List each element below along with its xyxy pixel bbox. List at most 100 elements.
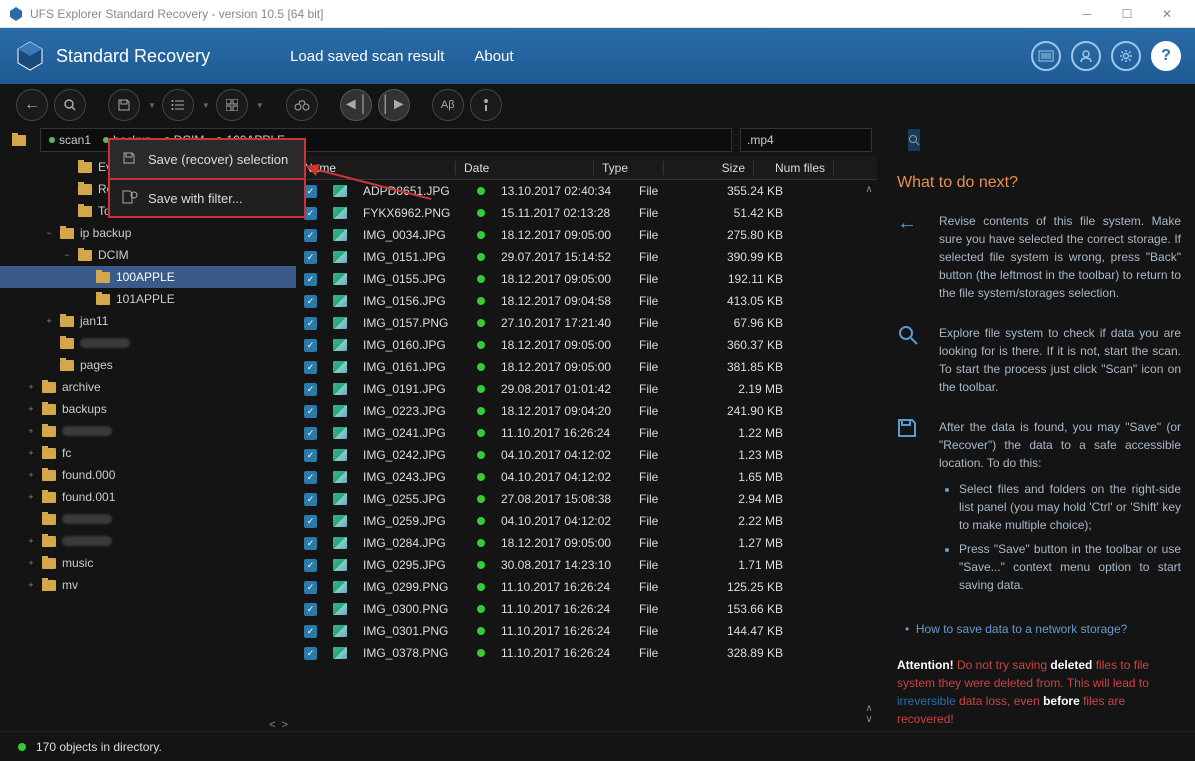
table-row[interactable]: ✓IMG_0034.JPG18.12.2017 09:05:00File275.…: [296, 224, 877, 246]
close-button[interactable]: ✕: [1147, 2, 1187, 26]
maximize-button[interactable]: ☐: [1107, 2, 1147, 26]
table-row[interactable]: ✓IMG_0223.JPG18.12.2017 09:04:20File241.…: [296, 400, 877, 422]
tree-item[interactable]: +jan11: [0, 310, 296, 332]
row-checkbox[interactable]: ✓: [304, 427, 317, 440]
tree-item[interactable]: +archive: [0, 376, 296, 398]
list-dropdown-arrow[interactable]: ▼: [202, 101, 210, 110]
table-row[interactable]: ✓IMG_0160.JPG18.12.2017 09:05:00File360.…: [296, 334, 877, 356]
row-checkbox[interactable]: ✓: [304, 603, 317, 616]
tree-nav-left[interactable]: <: [269, 719, 275, 731]
table-row[interactable]: ✓IMG_0299.PNG11.10.2017 16:26:24File125.…: [296, 576, 877, 598]
row-checkbox[interactable]: ✓: [304, 515, 317, 528]
header-settings-button[interactable]: [1111, 41, 1141, 71]
scroll-up2-icon[interactable]: ∧: [865, 703, 872, 714]
tree-item[interactable]: +found.001: [0, 486, 296, 508]
table-row[interactable]: ✓IMG_0295.JPG30.08.2017 14:23:10File1.71…: [296, 554, 877, 576]
expander-icon[interactable]: +: [44, 316, 54, 326]
row-checkbox[interactable]: ✓: [304, 383, 317, 396]
col-size[interactable]: Size: [664, 161, 754, 175]
tree-item[interactable]: −DCIM: [0, 244, 296, 266]
tree-item[interactable]: 101APPLE: [0, 288, 296, 310]
expander-icon[interactable]: +: [26, 492, 36, 502]
expander-icon[interactable]: +: [26, 426, 36, 436]
row-checkbox[interactable]: ✓: [304, 647, 317, 660]
tree-item[interactable]: [0, 332, 296, 354]
expander-icon[interactable]: +: [26, 536, 36, 546]
menu-about[interactable]: About: [474, 48, 513, 65]
row-checkbox[interactable]: ✓: [304, 317, 317, 330]
table-row[interactable]: ✓IMG_0155.JPG18.12.2017 09:05:00File192.…: [296, 268, 877, 290]
row-checkbox[interactable]: ✓: [304, 273, 317, 286]
header-log-button[interactable]: [1031, 41, 1061, 71]
row-checkbox[interactable]: ✓: [304, 339, 317, 352]
table-row[interactable]: ✓IMG_0191.JPG29.08.2017 01:01:42File2.19…: [296, 378, 877, 400]
expander-icon[interactable]: −: [62, 250, 72, 260]
table-row[interactable]: ✓IMG_0255.JPG27.08.2017 15:08:38File2.94…: [296, 488, 877, 510]
grid-dropdown-arrow[interactable]: ▼: [256, 101, 264, 110]
expander-icon[interactable]: +: [26, 470, 36, 480]
tree-item[interactable]: +fc: [0, 442, 296, 464]
row-checkbox[interactable]: ✓: [304, 295, 317, 308]
tree-item[interactable]: +backups: [0, 398, 296, 420]
save-button[interactable]: [108, 89, 140, 121]
row-checkbox[interactable]: ✓: [304, 251, 317, 264]
table-row[interactable]: ✓IMG_0157.PNG27.10.2017 17:21:40File67.9…: [296, 312, 877, 334]
header-help-button[interactable]: ?: [1151, 41, 1181, 71]
search-input[interactable]: [741, 133, 908, 147]
row-checkbox[interactable]: ✓: [304, 471, 317, 484]
col-name[interactable]: Name: [296, 161, 456, 175]
col-type[interactable]: Type: [594, 161, 664, 175]
scroll-up-icon[interactable]: ∧: [865, 184, 872, 195]
back-button[interactable]: ←: [16, 89, 48, 121]
binoculars-button[interactable]: [286, 89, 318, 121]
row-checkbox[interactable]: ✓: [304, 559, 317, 572]
list-view-button[interactable]: [162, 89, 194, 121]
menu-load-scan[interactable]: Load saved scan result: [290, 48, 444, 65]
table-row[interactable]: ✓IMG_0259.JPG04.10.2017 04:12:02File2.22…: [296, 510, 877, 532]
row-checkbox[interactable]: ✓: [304, 537, 317, 550]
table-row[interactable]: ✓IMG_0242.JPG04.10.2017 04:12:02File1.23…: [296, 444, 877, 466]
search-button[interactable]: [908, 129, 920, 151]
scrollbar[interactable]: ∧ ∧ ∨: [861, 156, 877, 731]
table-row[interactable]: ✓FYKX6962.PNG15.11.2017 02:13:28File51.4…: [296, 202, 877, 224]
table-row[interactable]: ✓IMG_0161.JPG18.12.2017 09:05:00File381.…: [296, 356, 877, 378]
row-checkbox[interactable]: ✓: [304, 493, 317, 506]
table-row[interactable]: ✓IMG_0378.PNG11.10.2017 16:26:24File328.…: [296, 642, 877, 664]
table-row[interactable]: ✓ADPD8651.JPG13.10.2017 02:40:34File355.…: [296, 180, 877, 202]
step-back-button[interactable]: ◄│: [340, 89, 372, 121]
tree-item[interactable]: +: [0, 420, 296, 442]
expander-icon[interactable]: +: [26, 580, 36, 590]
row-checkbox[interactable]: ✓: [304, 361, 317, 374]
grid-view-button[interactable]: [216, 89, 248, 121]
tree-item[interactable]: +found.000: [0, 464, 296, 486]
table-row[interactable]: ✓IMG_0241.JPG11.10.2017 16:26:24File1.22…: [296, 422, 877, 444]
info-button[interactable]: [470, 89, 502, 121]
table-row[interactable]: ✓IMG_0301.PNG11.10.2017 16:26:24File144.…: [296, 620, 877, 642]
col-numfiles[interactable]: Num files: [754, 161, 834, 175]
menu-save-filter[interactable]: Save with filter...: [110, 178, 304, 216]
table-row[interactable]: ✓IMG_0243.JPG04.10.2017 04:12:02File1.65…: [296, 466, 877, 488]
expander-icon[interactable]: +: [26, 404, 36, 414]
scroll-down-icon[interactable]: ∨: [865, 714, 872, 725]
step-forward-button[interactable]: │►: [378, 89, 410, 121]
tree-item[interactable]: +music: [0, 552, 296, 574]
encoding-button[interactable]: Aβ: [432, 89, 464, 121]
col-date[interactable]: Date: [456, 161, 594, 175]
scan-button[interactable]: [54, 89, 86, 121]
minimize-button[interactable]: ─: [1067, 2, 1107, 26]
table-row[interactable]: ✓IMG_0151.JPG29.07.2017 15:14:52File390.…: [296, 246, 877, 268]
expander-icon[interactable]: +: [26, 448, 36, 458]
tree-item[interactable]: pages: [0, 354, 296, 376]
tree-nav-right[interactable]: >: [282, 719, 288, 731]
menu-save-selection[interactable]: Save (recover) selection: [110, 140, 304, 178]
row-checkbox[interactable]: ✓: [304, 625, 317, 638]
header-user-button[interactable]: [1071, 41, 1101, 71]
expander-icon[interactable]: +: [26, 382, 36, 392]
save-dropdown-arrow[interactable]: ▼: [148, 101, 156, 110]
expander-icon[interactable]: −: [44, 228, 54, 238]
table-row[interactable]: ✓IMG_0284.JPG18.12.2017 09:05:00File1.27…: [296, 532, 877, 554]
tree-item[interactable]: +: [0, 530, 296, 552]
tree-item[interactable]: 100APPLE: [0, 266, 296, 288]
row-checkbox[interactable]: ✓: [304, 229, 317, 242]
tree-item[interactable]: −ip backup: [0, 222, 296, 244]
